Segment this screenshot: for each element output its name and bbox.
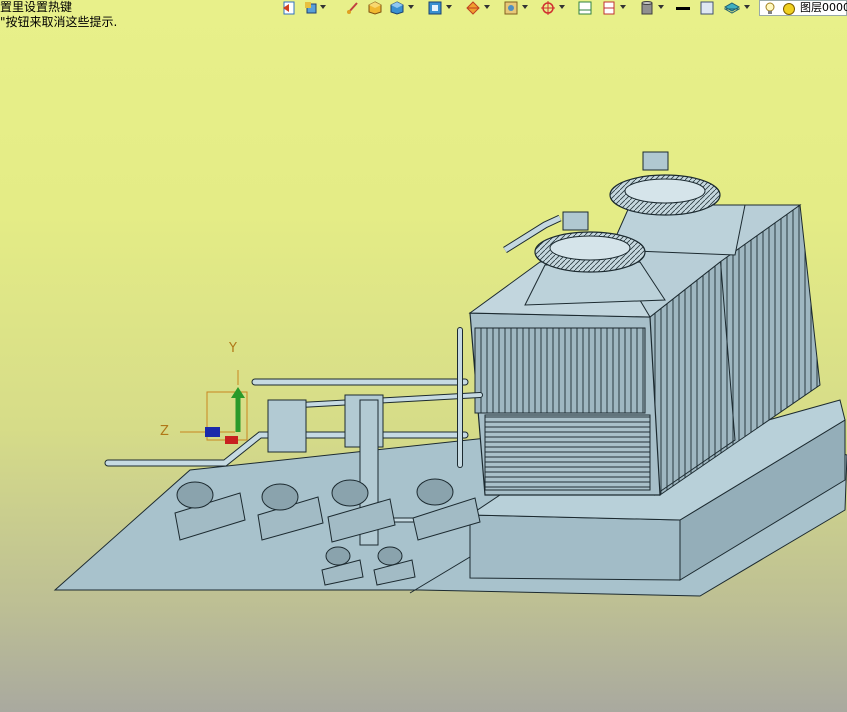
split-view-icon[interactable] bbox=[602, 1, 616, 15]
paint-bucket-icon[interactable] bbox=[304, 1, 318, 15]
layer-selector[interactable]: 图层0000 bbox=[759, 0, 847, 16]
sketch-pen-icon[interactable] bbox=[346, 1, 360, 15]
3d-viewport[interactable]: Y Z 置里设置热键 "按钮来取消这些提示. 图层0000 bbox=[0, 0, 847, 712]
layer-status-icon[interactable] bbox=[782, 2, 796, 19]
hint-line-2: "按钮来取消这些提示. bbox=[0, 15, 118, 29]
box-solid-icon[interactable] bbox=[368, 1, 382, 15]
triad-z-label: Z bbox=[160, 424, 169, 439]
exit-icon[interactable] bbox=[282, 1, 296, 15]
hint-line-1: 置里设置热键 bbox=[0, 0, 73, 14]
triad-y-label: Y bbox=[229, 341, 237, 356]
coordinate-triad bbox=[180, 370, 248, 444]
render-mode-icon[interactable] bbox=[428, 1, 442, 15]
lightbulb-icon[interactable] bbox=[764, 2, 776, 19]
snap-target-icon[interactable] bbox=[541, 1, 555, 15]
frame-icon[interactable] bbox=[578, 1, 592, 15]
image-display-icon[interactable] bbox=[504, 1, 518, 15]
database-icon[interactable] bbox=[640, 1, 654, 15]
cooling-tower-pump-skid-model[interactable] bbox=[0, 0, 847, 712]
fill-color-icon[interactable] bbox=[700, 1, 714, 15]
line-color-icon[interactable] bbox=[675, 1, 691, 15]
cube-view-icon[interactable] bbox=[390, 1, 404, 15]
sphere-wire-icon[interactable] bbox=[466, 1, 480, 15]
layer-name: 图层0000 bbox=[800, 1, 847, 14]
layer-stack-icon[interactable] bbox=[724, 1, 740, 15]
